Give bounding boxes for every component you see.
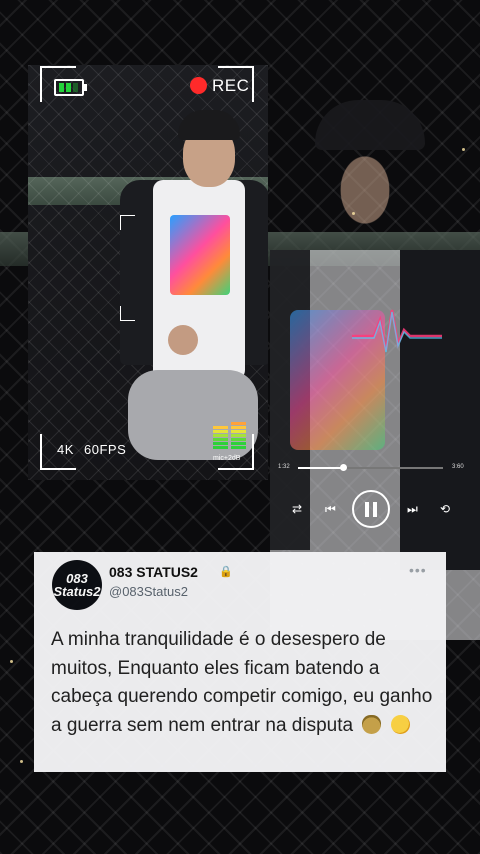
more-options-icon[interactable]: ••• [409,562,427,578]
meter-segment [213,430,228,433]
pause-bar [365,502,369,517]
meter-segment [213,438,228,441]
meter-segment [231,446,246,449]
next-icon[interactable]: ⏭ [407,502,418,517]
resolution-label: 4K [57,442,74,457]
battery-cell [66,83,71,92]
meter-segment [213,426,228,429]
money-bag-icon [362,714,382,734]
focus-bracket-bottom [120,306,135,321]
display-name: 083 STATUS2 [109,564,198,580]
tweet-card: 083 Status2 083 STATUS2 🔒 @083Status2 ••… [34,552,446,772]
sparkle [10,660,13,663]
viewfinder-photo [28,65,268,480]
subject-hand [168,325,198,355]
meter-segment [213,442,228,445]
subject-shirt-print [170,215,230,295]
pause-bar [373,502,377,517]
shuffle-icon[interactable]: ⇄ [292,502,302,516]
focus-bracket-top [120,215,135,230]
sparkle [462,148,465,151]
audio-meter-right [231,420,246,449]
progress-knob[interactable] [339,464,347,471]
previous-icon[interactable]: ⏮ [325,502,336,517]
tweet-text: A minha tranquilidade é o desespero de m… [51,626,441,740]
avatar: 083 Status2 [52,560,102,610]
meter-segment [231,422,246,425]
battery-icon [54,79,87,96]
mic-gain-label: mic+2dB [213,455,241,462]
repeat-icon[interactable]: ⟲ [440,502,450,516]
meter-segment [231,442,246,445]
audio-meter-left [213,420,228,449]
fps-label: 60FPS [84,442,127,457]
meter-segment [213,434,228,437]
camera-viewfinder [28,65,268,480]
meter-segment [213,446,228,449]
sparkle [20,760,23,763]
elapsed-time: 1:32 [278,464,290,470]
rec-label: REC [212,76,250,95]
avatar-text: 083 Status2 [53,571,101,599]
sparkle [352,212,355,215]
heartbeat-pulse-icon [352,309,442,353]
lock-icon: 🔒 [219,566,233,578]
battery-cell [59,83,64,92]
meter-segment [231,426,246,429]
meter-segment [231,438,246,441]
total-time: 3:60 [452,464,464,470]
meter-segment [231,430,246,433]
partying-face-icon [390,714,410,734]
battery-cell [73,83,78,92]
music-player: 1:32 3:60 ⇄ ⏮ ⏭ ⟲ [278,458,468,528]
progress-track[interactable] [298,467,443,469]
progress-fill [298,467,343,469]
pause-button[interactable] [352,490,390,528]
record-dot-icon [190,77,207,94]
meter-segment [231,434,246,437]
user-handle: @083Status2 [109,584,188,599]
